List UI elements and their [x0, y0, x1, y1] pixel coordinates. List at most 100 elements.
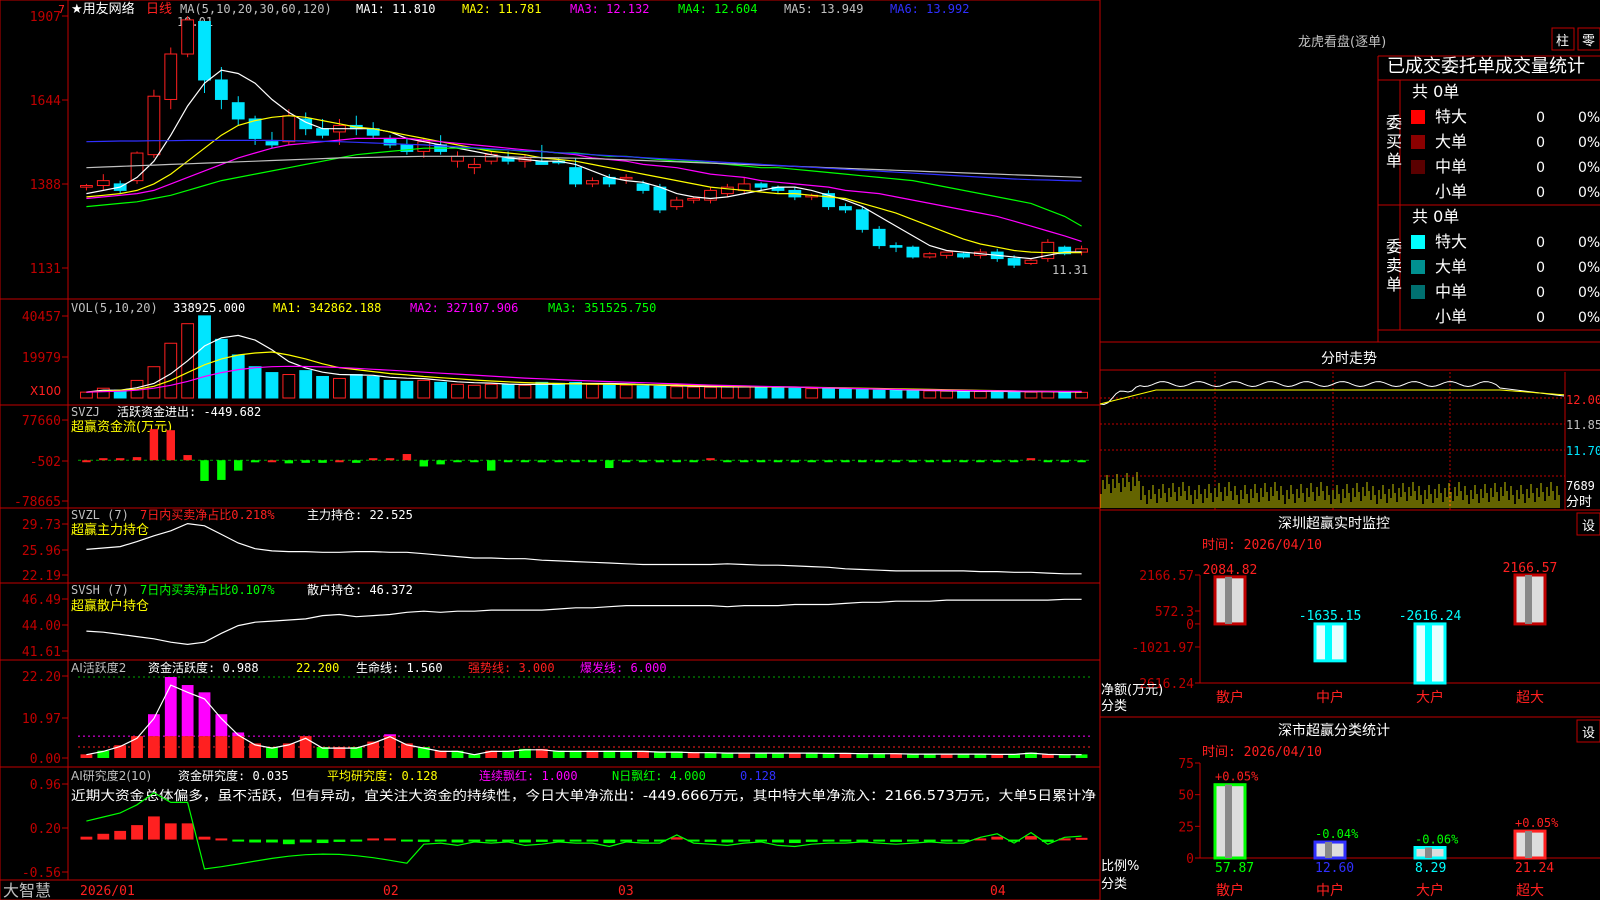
- ai2-bar: [316, 839, 329, 844]
- monitor-unit-2: 分类: [1101, 699, 1127, 714]
- svzj-bar: [487, 460, 496, 471]
- bar-mode-button-label[interactable]: 柱: [1556, 34, 1569, 49]
- monitor-bar-stripe: [1225, 576, 1232, 624]
- buy-row-name: 中单: [1435, 157, 1467, 176]
- svzj-bar: [655, 460, 665, 463]
- candle-up: [670, 199, 684, 208]
- ai1-bar: [198, 736, 211, 758]
- sell-row-name: 大单: [1435, 257, 1467, 276]
- volume-bar: [653, 385, 667, 399]
- monitor-settings-label[interactable]: 设: [1582, 519, 1595, 534]
- ai2-bar: [721, 839, 734, 843]
- svzj-bar: [250, 460, 260, 463]
- ai2-bar: [198, 836, 211, 840]
- vol-name: VOL(5,10,20): [71, 301, 158, 315]
- svzj-bar: [166, 430, 175, 461]
- volume-bar: [552, 382, 566, 399]
- ai1-l5: 爆发线: 6.000: [580, 660, 667, 675]
- class-change-label: -0.06%: [1415, 832, 1459, 846]
- ai2-bar: [114, 830, 127, 840]
- right-panel: 龙虎看盘(逐单) 柱 零 已成交委托单成交量统计 共 0单 特大 0 0% 大单 0 0%…: [1099, 27, 1600, 899]
- ai2-bar: [299, 839, 312, 843]
- svzj-bar: [858, 460, 867, 463]
- candle-up: [164, 53, 178, 100]
- class-time: 时间: 2026/04/10: [1202, 745, 1322, 760]
- axis-label: 0.20: [30, 822, 61, 837]
- class-bar-stripe: [1325, 842, 1332, 858]
- monitor-value-label: 2084.82: [1203, 563, 1258, 578]
- brand-label: 大智慧: [3, 881, 51, 900]
- axis-label: 1644: [30, 94, 61, 109]
- ai2-bar: [417, 839, 430, 842]
- dragon-tiger-title: 龙虎看盘(逐单): [1298, 34, 1386, 50]
- class-axis-label: 50: [1178, 789, 1194, 804]
- ai2-bar: [1025, 836, 1037, 840]
- stock-title[interactable]: ★用友网络: [71, 1, 135, 17]
- y-axis-labels: 1907 1644 1388 1131 40457 19979 77660 -502 -7866…: [14, 10, 68, 881]
- zero-mode-button-label[interactable]: 零: [1582, 34, 1595, 49]
- volume-bar: [316, 375, 329, 399]
- ai2-bar: [805, 839, 818, 842]
- price-plot: [80, 16, 1088, 268]
- sell-row-count: 0: [1536, 285, 1545, 301]
- svsh-label2: 散户持仓: 46.372: [307, 582, 413, 597]
- ai2-l2: 平均研究度: 0.128: [327, 768, 438, 783]
- ai1-l3: 生命线: 1.560: [356, 660, 443, 675]
- svzj-header: SVZJ 活跃资金进出: -449.682 超赢资金流(万元): [71, 404, 261, 435]
- buy-row-percent: 0%: [1578, 135, 1600, 151]
- ai2-bar: [468, 839, 481, 842]
- svzj-bar: [267, 460, 277, 463]
- axis-label: 44.00: [22, 619, 61, 634]
- svsh-name: SVSH (7): [71, 583, 129, 597]
- axis-label: 25.96: [22, 544, 61, 559]
- svzj-bar: [132, 457, 142, 461]
- svzj-bar: [824, 460, 833, 463]
- candle-down: [265, 141, 279, 146]
- ai2-bar: [131, 825, 143, 840]
- ai2-bar: [485, 839, 498, 842]
- svzj-bar: [537, 460, 547, 463]
- ai2-bar: [839, 839, 852, 842]
- svzl-label1: 7日内买卖净占比0.218%: [140, 507, 275, 522]
- candle-up: [80, 185, 93, 188]
- svzl-plot: [86, 522, 1082, 575]
- ai1-bar: [384, 736, 396, 758]
- svzj-bar: [402, 454, 412, 461]
- ai2-bar: [670, 837, 683, 840]
- class-category-label: 散户: [1216, 882, 1244, 899]
- svzj-bar: [368, 458, 378, 461]
- class-title: 深市超赢分类统计: [1278, 722, 1390, 739]
- ai2-bar: [822, 839, 835, 842]
- ai2-bar: [434, 839, 447, 842]
- sell-row-percent: 0%: [1578, 235, 1600, 251]
- svzj-bar: [756, 460, 766, 463]
- axis-label: -502: [30, 455, 61, 470]
- ai2-bar: [788, 839, 801, 844]
- candle-up: [96, 180, 110, 187]
- period-label[interactable]: 日线: [146, 2, 172, 17]
- axis-label: -0.56: [22, 866, 61, 881]
- ai2-bar: [755, 839, 768, 842]
- ai2-bar: [620, 839, 633, 842]
- class-unit-1: 比例%: [1101, 859, 1139, 874]
- svzj-bar: [1060, 460, 1069, 463]
- class-category-label: 超大: [1516, 883, 1544, 899]
- svzl-line: [86, 522, 1082, 575]
- ai2-description: 近期大资金总体偏多，虽不活跃，但有异动，宜关注大资金的持续性，今日大单净流出：-…: [71, 788, 1096, 804]
- buy-row-percent: 0%: [1578, 110, 1600, 126]
- volume-bar: [839, 388, 852, 399]
- svzj-bar: [301, 460, 310, 463]
- candle-up: [282, 115, 296, 143]
- class-settings-label[interactable]: 设: [1582, 726, 1595, 741]
- monitor-value-label: -2616.24: [1399, 609, 1462, 624]
- class-value-label: 57.87: [1215, 861, 1254, 876]
- ai2-bar: [181, 823, 194, 840]
- candle-down: [957, 253, 970, 258]
- ai2-bar: [80, 836, 93, 840]
- volume-bar: [872, 389, 886, 399]
- volume-bar: [1007, 391, 1021, 399]
- ai2-bar: [164, 823, 177, 840]
- date-label-feb: 02: [383, 884, 399, 899]
- candle-up: [1024, 259, 1038, 264]
- svzj-bar: [149, 429, 159, 461]
